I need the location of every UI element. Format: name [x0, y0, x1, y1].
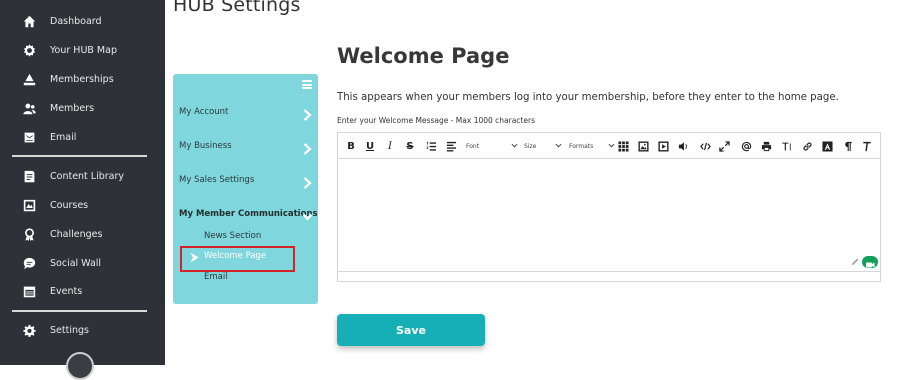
text-color-icon[interactable] [822, 139, 833, 153]
sidebar-item-label: Social Wall [50, 257, 102, 269]
chevron-right-icon [303, 174, 312, 189]
menu-item-label: My Member Communications [179, 209, 318, 219]
align-left-icon[interactable] [446, 139, 457, 153]
gear-icon [22, 323, 36, 337]
italic-button[interactable]: I [385, 139, 395, 153]
memberships-icon [22, 72, 36, 86]
menu-item-label: My Sales Settings [179, 175, 255, 185]
sidebar-item-label: Members [50, 102, 95, 114]
active-arrow-icon [190, 252, 199, 263]
sidebar-item-label: Memberships [50, 73, 114, 85]
settings-menu-item-my-business[interactable]: My Business [173, 136, 318, 156]
text-direction-icon[interactable] [862, 139, 872, 153]
formats-select[interactable]: Formats [569, 140, 615, 152]
editor-statusbar [338, 271, 880, 281]
sidebar-item-label: Content Library [50, 170, 125, 182]
main-sidebar: Dashboard Your HUB Map Memberships Membe… [0, 0, 165, 380]
strikethrough-button[interactable]: S [405, 139, 415, 153]
chevron-right-icon [303, 140, 312, 155]
section-heading: Welcome Page [337, 44, 510, 68]
code-icon[interactable] [699, 139, 711, 153]
home-icon [22, 14, 36, 28]
sidebar-item-members[interactable]: Members [0, 96, 165, 120]
challenges-icon [22, 227, 36, 241]
sidebar-item-settings[interactable]: Settings [0, 318, 165, 342]
table-icon[interactable] [618, 139, 629, 153]
image-icon[interactable] [638, 139, 649, 153]
bold-button[interactable]: B [346, 139, 356, 153]
sidebar-divider [12, 155, 147, 157]
sidebar-item-social-wall[interactable]: Social Wall [0, 251, 165, 275]
sidebar-item-label: Settings [50, 324, 89, 336]
audio-icon[interactable] [678, 139, 689, 153]
sidebar-divider [12, 310, 147, 312]
settings-menu-item-my-sales-settings[interactable]: My Sales Settings [173, 170, 318, 190]
welcome-message-label: Enter your Welcome Message - Max 1000 ch… [337, 116, 535, 125]
sidebar-item-label: Courses [50, 199, 89, 211]
sidebar-item-challenges[interactable]: Challenges [0, 222, 165, 246]
settings-submenu-item-news-section[interactable]: News Section [204, 231, 261, 241]
mention-icon[interactable] [740, 139, 752, 153]
chevron-down-icon [555, 143, 562, 148]
welcome-message-input[interactable] [338, 160, 880, 271]
sidebar-item-label: Dashboard [50, 15, 102, 27]
grammarly-icon[interactable] [862, 256, 878, 268]
clear-formatting-icon[interactable] [780, 139, 794, 153]
editor-toolbar: B U I S Font Size Formats [338, 133, 880, 159]
page-title: HUB Settings [173, 0, 301, 16]
sidebar-item-dashboard[interactable]: Dashboard [0, 9, 165, 33]
pen-icon[interactable] [851, 257, 860, 266]
members-icon [22, 101, 36, 115]
chevron-down-icon [302, 208, 313, 221]
courses-icon [22, 198, 36, 212]
sidebar-item-label: Email [50, 131, 77, 143]
sidebar-item-email[interactable]: Email [0, 125, 165, 149]
underline-button[interactable]: U [365, 139, 375, 153]
welcome-message-editor: B U I S Font Size Formats [337, 132, 881, 282]
menu-item-label: My Business [179, 141, 232, 151]
settings-menu-item-my-account[interactable]: My Account [173, 102, 318, 122]
settings-menu-item-my-member-communications[interactable]: My Member Communications [173, 204, 318, 224]
save-button[interactable]: Save [337, 314, 485, 346]
fullscreen-icon[interactable] [719, 139, 730, 153]
section-description: This appears when your members log into … [337, 92, 839, 103]
menu-item-label: My Account [179, 107, 229, 117]
sidebar-item-label: Your HUB Map [50, 44, 117, 56]
print-icon[interactable] [760, 139, 772, 153]
avatar[interactable] [66, 352, 94, 380]
sidebar-item-your-hub-map[interactable]: Your HUB Map [0, 38, 165, 62]
events-icon [22, 284, 36, 298]
settings-submenu-item-email[interactable]: Email [204, 272, 228, 282]
chevron-right-icon [303, 106, 312, 121]
sidebar-item-label: Events [50, 285, 83, 297]
sidebar-item-label: Challenges [50, 228, 103, 240]
size-select-value: Size [524, 142, 537, 150]
hamburger-menu-icon[interactable] [302, 80, 312, 89]
link-icon[interactable] [802, 139, 813, 153]
chevron-down-icon [511, 143, 518, 148]
sidebar-item-courses[interactable]: Courses [0, 193, 165, 217]
video-icon[interactable] [658, 139, 669, 153]
sidebar-item-memberships[interactable]: Memberships [0, 67, 165, 91]
font-select[interactable]: Font [466, 140, 518, 152]
hub-map-icon [22, 43, 36, 57]
paragraph-icon[interactable] [843, 139, 853, 153]
font-select-value: Font [466, 142, 480, 150]
social-wall-icon [22, 256, 36, 270]
numbered-list-icon[interactable] [426, 139, 437, 153]
size-select[interactable]: Size [524, 140, 562, 152]
email-icon [22, 130, 36, 144]
formats-select-value: Formats [569, 142, 594, 150]
sidebar-item-events[interactable]: Events [0, 279, 165, 303]
sidebar-item-content-library[interactable]: Content Library [0, 164, 165, 188]
content-library-icon [22, 169, 36, 183]
chevron-down-icon [608, 143, 615, 148]
